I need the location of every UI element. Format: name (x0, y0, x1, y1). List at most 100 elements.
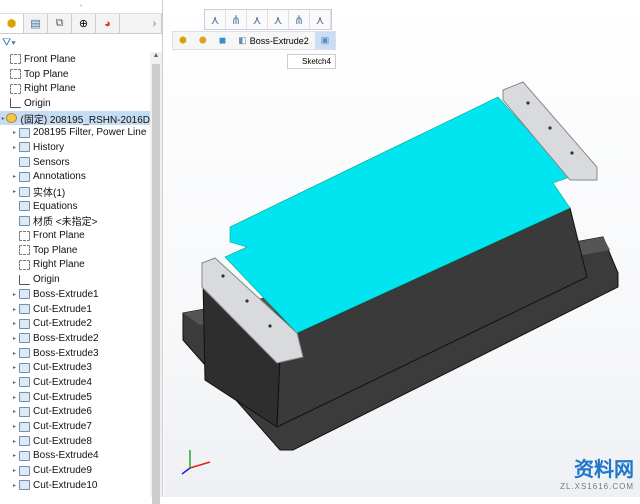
tree-item[interactable]: Front Plane (0, 228, 150, 243)
tree-item[interactable]: ▸ Cut-Extrude1 (0, 302, 150, 317)
expand-arrow-icon[interactable]: ▸ (10, 364, 19, 371)
feature-icon (19, 318, 30, 329)
expand-arrow-icon[interactable]: ▸ (10, 129, 19, 136)
expand-arrow-icon[interactable]: ▸ (10, 452, 19, 459)
tree-item-label: Cut-Extrude6 (33, 406, 92, 418)
expand-arrow-icon[interactable]: ▸ (10, 423, 19, 430)
expand-arrow-icon[interactable]: ▸ (10, 320, 19, 327)
screw-icon (548, 126, 552, 130)
relation-icon[interactable]: ⋏ (268, 10, 289, 29)
screw-icon (268, 324, 272, 328)
relation-icon[interactable]: ⋏ (310, 10, 331, 29)
model-view[interactable] (164, 0, 640, 497)
breadcrumb-feature[interactable]: ◧ Boss-Extrude2 (232, 32, 315, 49)
screw-icon (570, 151, 574, 155)
expand-arrow-icon[interactable]: ▸ (10, 438, 19, 445)
screw-icon (221, 274, 225, 278)
breadcrumb-part[interactable]: ⬢ (173, 32, 193, 49)
breadcrumb-solid[interactable]: ◼ (213, 32, 232, 49)
breadcrumb-body[interactable]: ⬣ (193, 32, 213, 49)
tab-property-manager[interactable]: ▤ (24, 14, 48, 33)
tree-item[interactable]: Right Plane (0, 258, 150, 273)
tab-configuration-manager[interactable]: ⧉ (48, 14, 72, 33)
expand-arrow-icon[interactable]: ▸ (10, 144, 19, 151)
tree-item-label: Front Plane (24, 53, 76, 65)
tree-item[interactable]: ▸ Boss-Extrude1 (0, 287, 150, 302)
tree-item[interactable]: ▸ Cut-Extrude3 (0, 360, 150, 375)
tree-item[interactable]: ▸ 实体(1) (0, 184, 150, 199)
tab-dimxpert-manager[interactable]: ⊕ (72, 14, 96, 33)
tree-item[interactable]: Top Plane (0, 67, 150, 82)
expand-arrow-icon[interactable]: ▸ (10, 467, 19, 474)
tree-item[interactable]: Origin (0, 96, 150, 111)
feature-icon (19, 406, 30, 417)
breadcrumb-sketch[interactable]: Sketch4 (287, 54, 336, 69)
tree-scrollbar[interactable]: ▲ (150, 52, 162, 504)
tree-item[interactable]: ▸ Cut-Extrude9 (0, 463, 150, 478)
scroll-up-arrow[interactable]: ▲ (150, 52, 162, 64)
tree-item[interactable]: ▸ Cut-Extrude4 (0, 375, 150, 390)
tree-item-label: Origin (24, 97, 51, 109)
expand-arrow-icon[interactable]: ▸ (10, 379, 19, 386)
tree-item[interactable]: ▸ 208195 Filter, Power Line (0, 125, 150, 140)
tree-item-label: Annotations (33, 171, 86, 183)
tree-item[interactable]: ▸ Boss-Extrude4 (0, 449, 150, 464)
tree-item-label: Cut-Extrude2 (33, 318, 92, 330)
tree-item[interactable]: ▸ Cut-Extrude2 (0, 316, 150, 331)
part-icon (6, 113, 18, 124)
breadcrumb-face[interactable]: ▣ (314, 32, 336, 49)
tab-feature-manager[interactable]: ⬢ (0, 14, 24, 33)
expand-arrow-icon[interactable]: ▸ (10, 394, 19, 401)
expand-arrow-icon[interactable]: ▸ (10, 408, 19, 415)
expand-arrow-icon[interactable]: ▸ (10, 306, 19, 313)
folder-icon (19, 201, 30, 212)
tree-item[interactable]: ▸ Boss-Extrude3 (0, 346, 150, 361)
tree-item-label: Right Plane (33, 259, 85, 271)
expand-arrow-icon[interactable]: ▸ (10, 188, 19, 195)
tree-item[interactable]: Sensors (0, 155, 150, 170)
relation-icon[interactable]: ⋔ (289, 10, 310, 29)
crosshair-icon: ⊕ (78, 18, 89, 30)
scroll-thumb[interactable] (152, 64, 160, 504)
tree-item[interactable]: ▸ Cut-Extrude7 (0, 419, 150, 434)
tree-item[interactable]: 材质 <未指定> (0, 214, 150, 228)
relation-icon[interactable]: ⋏ (205, 10, 226, 29)
tree-item-label: Top Plane (33, 244, 78, 256)
tree-item-label: Boss-Extrude3 (33, 347, 99, 359)
tree-item[interactable]: ▸ Boss-Extrude2 (0, 331, 150, 346)
more-tabs-button[interactable]: › (148, 14, 162, 33)
tree-item-label: Cut-Extrude8 (33, 435, 92, 447)
expand-arrow-icon[interactable]: ▸ (10, 350, 19, 357)
relation-icon[interactable]: ⋔ (226, 10, 247, 29)
expand-arrow-icon[interactable]: ▸ (10, 291, 19, 298)
filter-button[interactable]: ⛛▾ (0, 34, 162, 52)
feature-tree: Front Plane Top Plane Right Plane Origin ▸ (固… (0, 52, 150, 497)
relation-icon[interactable]: ⋏ (247, 10, 268, 29)
tree-item[interactable]: ▸ Annotations (0, 170, 150, 185)
tree-item[interactable]: ▸ History (0, 140, 150, 155)
expand-arrow-icon[interactable]: ▸ (10, 173, 19, 180)
tree-item-label: Cut-Extrude10 (33, 479, 98, 491)
graphics-area[interactable]: ⋏ ⋔ ⋏ ⋏ ⋔ ⋏ (164, 0, 640, 497)
part-icon: ⬢ (179, 35, 187, 45)
expand-arrow-icon[interactable]: ▸ (10, 335, 19, 342)
tree-item[interactable]: Equations (0, 199, 150, 214)
tree-item[interactable]: ▸ Cut-Extrude8 (0, 434, 150, 449)
plane-icon (10, 83, 21, 94)
solid-icon: ◼ (218, 35, 227, 45)
folder-icon (19, 142, 30, 153)
tree-item[interactable]: ▸ Cut-Extrude6 (0, 405, 150, 420)
feature-icon (19, 289, 30, 300)
tree-item[interactable]: Right Plane (0, 81, 150, 96)
tree-item[interactable]: Top Plane (0, 243, 150, 258)
tree-item[interactable]: Origin (0, 272, 150, 287)
tab-display-manager[interactable]: ◕ (96, 14, 120, 33)
panel-grip[interactable]: ◦ (0, 0, 162, 14)
expand-arrow-icon[interactable]: ▸ (10, 482, 19, 489)
tree-item[interactable]: ▸ (固定) 208195_RSHN-2016D (0, 110, 150, 126)
tree-item[interactable]: ▸ Cut-Extrude5 (0, 390, 150, 405)
tree-item[interactable]: ▸ Cut-Extrude10 (0, 478, 150, 493)
tree-item[interactable]: Front Plane (0, 52, 150, 67)
context-toolbar: ⋏ ⋔ ⋏ ⋏ ⋔ ⋏ (204, 9, 332, 30)
tree-item-label: Front Plane (33, 230, 85, 242)
